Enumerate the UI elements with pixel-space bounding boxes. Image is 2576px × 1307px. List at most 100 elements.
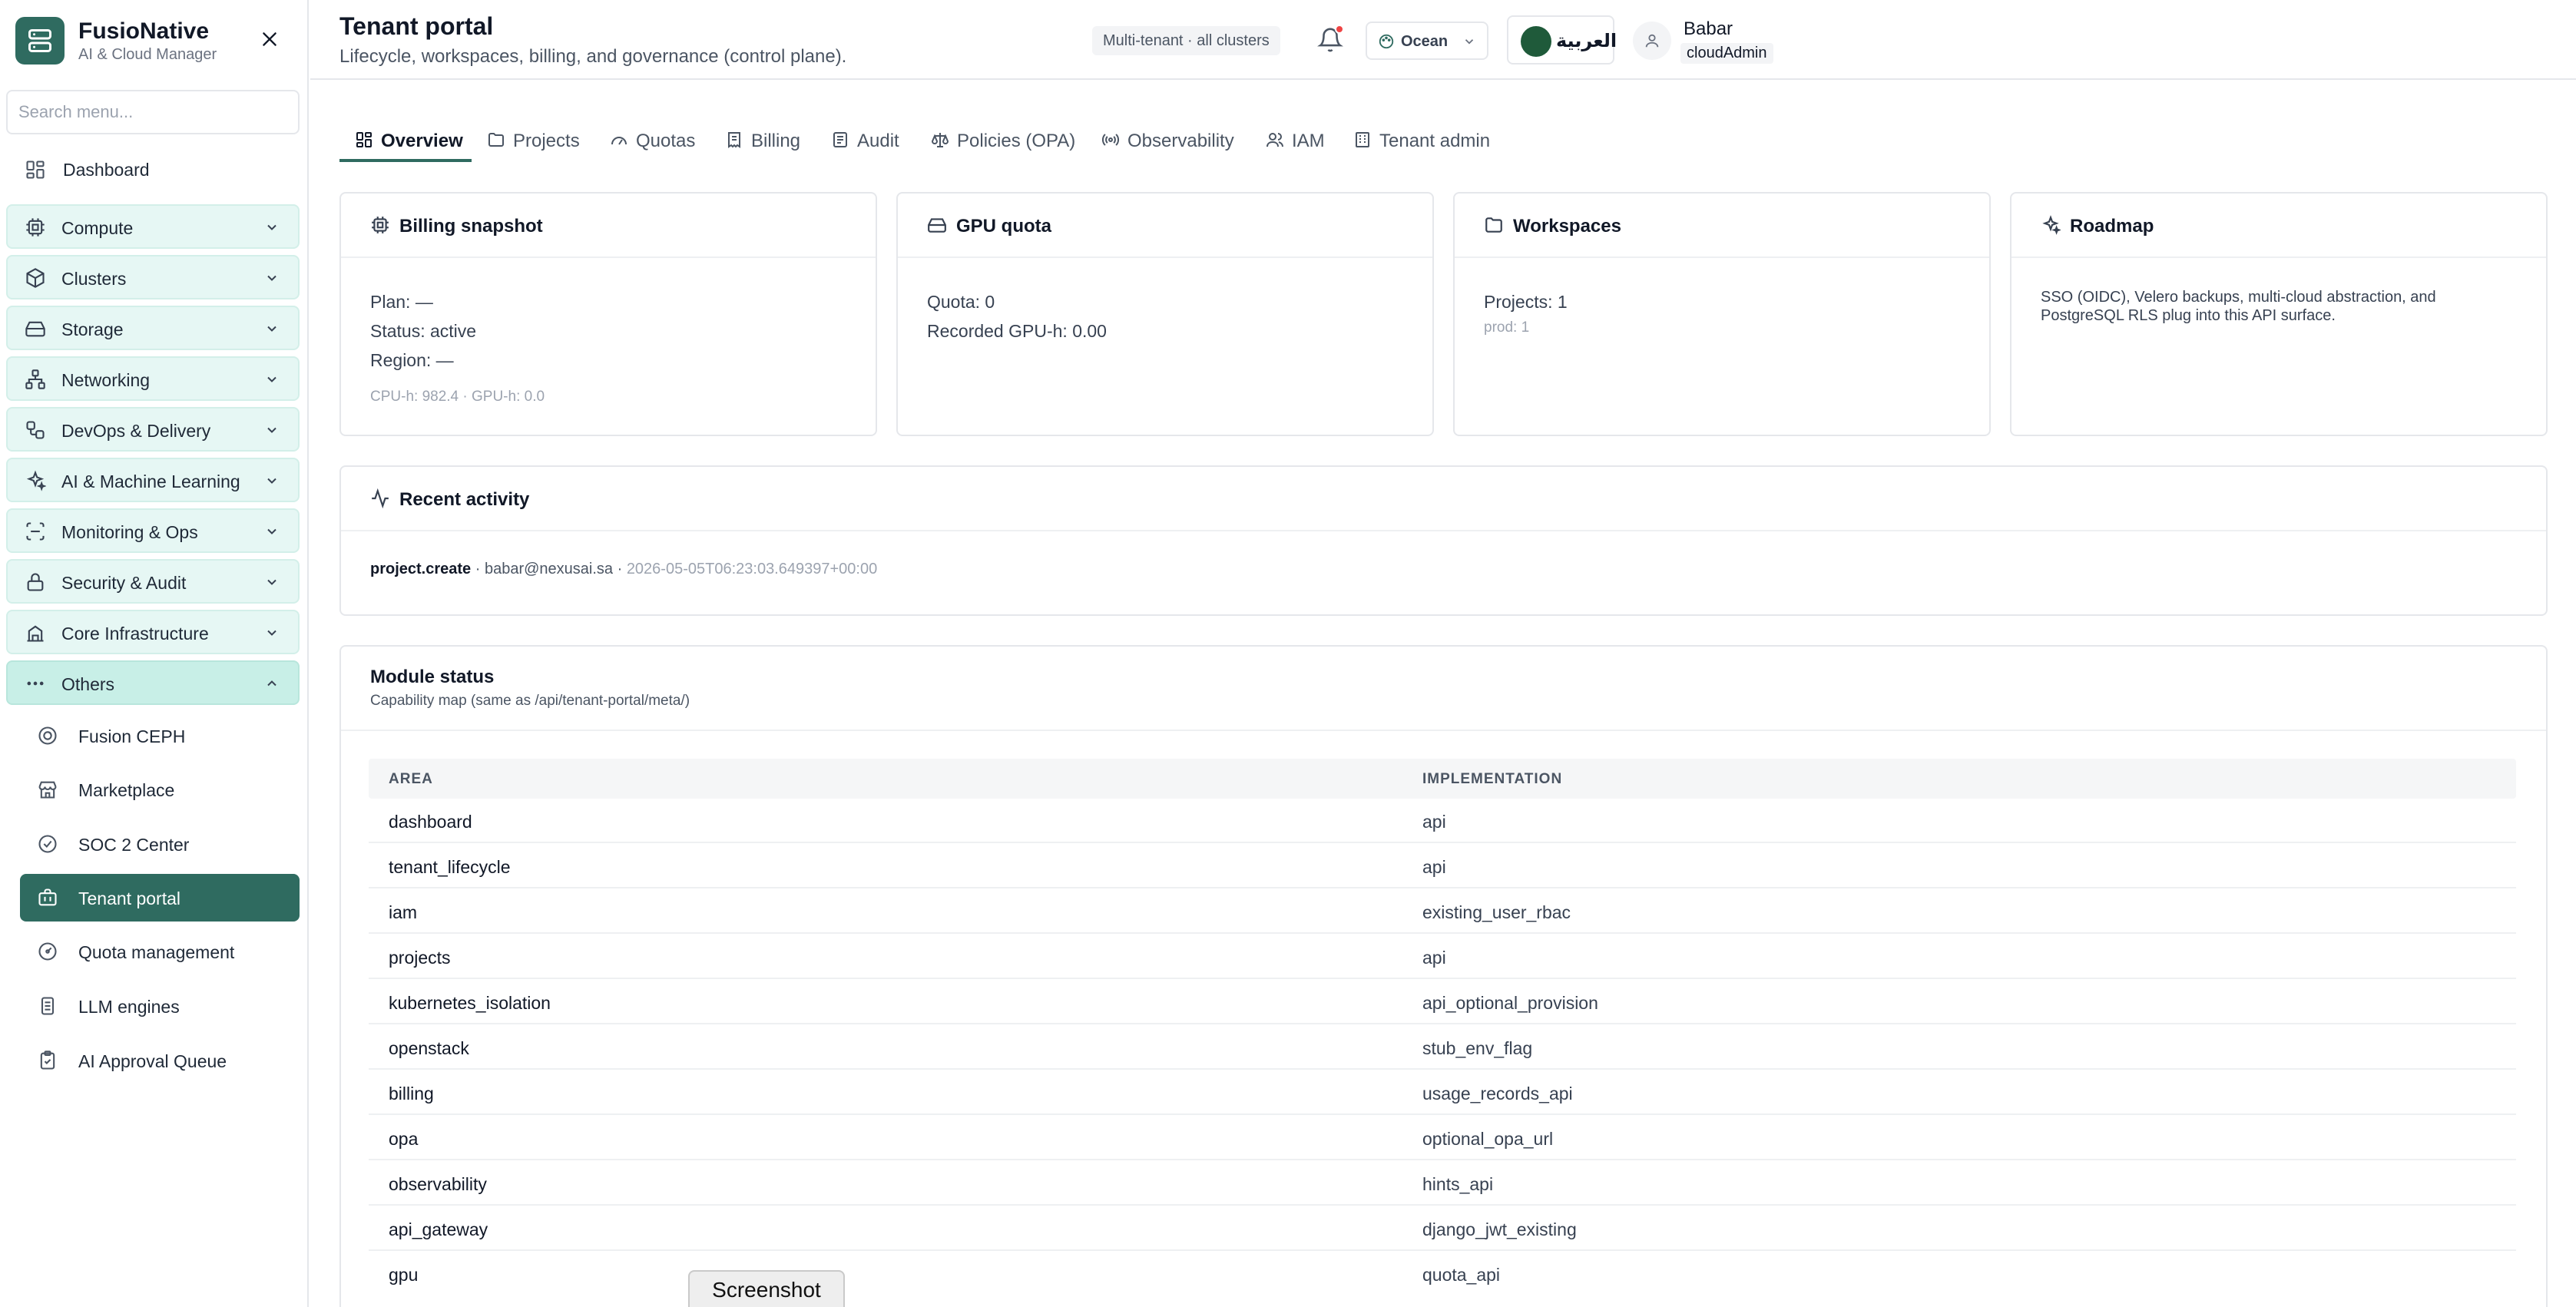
brand-name: FusioNative <box>78 18 210 44</box>
cube-icon <box>25 267 46 289</box>
sidebar: FusioNative AI & Cloud Manager Dashboard… <box>0 0 309 1307</box>
screenshot-button[interactable]: Screenshot <box>688 1270 845 1307</box>
receipt-icon <box>725 131 743 149</box>
sidebar-group-label: Monitoring & Ops <box>61 522 198 542</box>
module-table-header: AREA IMPLEMENTATION <box>369 759 2516 799</box>
tab-label: IAM <box>1292 131 1325 151</box>
active-tab-indicator <box>339 159 472 162</box>
sidebar-group-label: Networking <box>61 370 151 390</box>
sidebar-group-compute[interactable]: Compute <box>6 204 300 249</box>
sidebar-item-marketplace[interactable]: Marketplace <box>20 766 300 813</box>
check-circle-icon <box>37 833 58 855</box>
activity-icon <box>370 488 390 509</box>
table-row: kubernetes_isolation api_optional_provisi… <box>369 980 2516 1024</box>
sidebar-group-storage[interactable]: Storage <box>6 306 300 350</box>
billing-plan: Plan: — <box>370 292 433 312</box>
card-subtitle: Capability map (same as /api/tenant-port… <box>370 693 690 709</box>
workspaces-card: Workspaces Projects: 1 prod: 1 <box>1453 192 1991 436</box>
sparkles-icon <box>2041 215 2062 235</box>
table-row: dashboard api <box>369 799 2516 843</box>
tab-label: Projects <box>513 131 580 151</box>
sidebar-group-label: Others <box>61 674 115 694</box>
database-icon <box>37 995 58 1017</box>
sidebar-item-quota-management[interactable]: Quota management <box>20 928 300 975</box>
avatar <box>1633 22 1671 60</box>
sparkles-icon <box>25 470 47 491</box>
tab-tenant-admin[interactable]: Tenant admin <box>1353 123 1492 170</box>
ceph-icon <box>37 725 58 746</box>
notifications-button[interactable] <box>1315 25 1346 55</box>
sidebar-group-core-infra[interactable]: Core Infrastructure <box>6 610 300 654</box>
lock-icon <box>25 571 46 593</box>
user-menu[interactable]: Babar cloudAdmin <box>1633 18 1806 65</box>
sidebar-group-security[interactable]: Security & Audit <box>6 559 300 604</box>
sidebar-group-label: Core Infrastructure <box>61 624 209 644</box>
gauge-icon <box>37 941 58 962</box>
table-row: tenant_lifecycle api <box>369 844 2516 888</box>
cell-area: projects <box>389 948 451 968</box>
chevron-down-icon <box>264 473 280 488</box>
activity-timestamp: 2026-05-05T06:23:03.649397+00:00 <box>626 561 878 577</box>
cell-area: gpu <box>389 1265 419 1285</box>
sidebar-item-fusion-ceph[interactable]: Fusion CEPH <box>20 712 300 759</box>
cell-implementation: django_jwt_existing <box>1422 1219 1577 1239</box>
top-header: Tenant portal Lifecycle, workspaces, bil… <box>310 0 2576 80</box>
card-header: Roadmap <box>2011 194 2546 258</box>
sidebar-group-clusters[interactable]: Clusters <box>6 255 300 299</box>
sidebar-group-label: Security & Audit <box>61 573 187 593</box>
tab-overview[interactable]: Overview <box>355 123 463 170</box>
saudi-flag-icon <box>1521 26 1551 57</box>
cpu-icon <box>370 215 390 235</box>
card-title: Workspaces <box>1513 216 1621 237</box>
table-row: openstack stub_env_flag <box>369 1025 2516 1070</box>
brand-subtitle: AI & Cloud Manager <box>78 46 217 63</box>
chevron-down-icon <box>264 321 280 336</box>
sidebar-item-label: SOC 2 Center <box>78 835 190 855</box>
chevron-down-icon <box>264 372 280 387</box>
tab-iam[interactable]: IAM <box>1266 123 1327 170</box>
sidebar-item-dashboard[interactable]: Dashboard <box>6 150 300 190</box>
tab-audit[interactable]: Audit <box>831 123 908 170</box>
column-header-implementation: IMPLEMENTATION <box>1422 771 1563 787</box>
sidebar-item-tenant-portal[interactable]: Tenant portal <box>20 874 300 922</box>
sidebar-search-input[interactable] <box>6 90 300 134</box>
tab-quotas[interactable]: Quotas <box>610 123 702 170</box>
sidebar-item-ai-approval-queue[interactable]: AI Approval Queue <box>20 1037 300 1084</box>
tab-policies[interactable]: Policies (OPA) <box>931 123 1077 170</box>
sidebar-group-networking[interactable]: Networking <box>6 356 300 401</box>
column-header-area: AREA <box>389 771 433 787</box>
theme-label: Ocean <box>1401 33 1449 50</box>
card-header: GPU quota <box>898 194 1432 258</box>
theme-select[interactable]: Ocean <box>1366 22 1488 60</box>
chevron-down-icon <box>264 574 280 590</box>
sidebar-group-monitoring[interactable]: Monitoring & Ops <box>6 508 300 553</box>
cell-area: opa <box>389 1129 419 1149</box>
user-name: Babar <box>1684 18 1733 39</box>
table-row: projects api <box>369 935 2516 979</box>
tab-projects[interactable]: Projects <box>487 123 587 170</box>
sidebar-group-ai-ml[interactable]: AI & Machine Learning <box>6 458 300 502</box>
sidebar-group-devops[interactable]: DevOps & Delivery <box>6 407 300 452</box>
chevron-down-icon <box>264 270 280 286</box>
language-switch-button[interactable]: العربية <box>1507 15 1617 65</box>
sidebar-group-others[interactable]: Others <box>6 660 300 705</box>
layout-grid-icon <box>355 131 373 149</box>
tab-label: Policies (OPA) <box>957 131 1076 151</box>
sidebar-item-label: AI Approval Queue <box>78 1051 227 1071</box>
card-title: Billing snapshot <box>399 216 543 237</box>
tab-observability[interactable]: Observability <box>1101 123 1240 170</box>
hard-drive-icon <box>25 318 46 339</box>
chevron-down-icon <box>1462 35 1476 52</box>
gpu-quota-card: GPU quota Quota: 0 Recorded GPU-h: 0.00 <box>896 192 1434 436</box>
cell-implementation: existing_user_rbac <box>1422 902 1571 922</box>
tab-billing[interactable]: Billing <box>725 123 810 170</box>
close-sidebar-icon[interactable] <box>257 26 283 52</box>
chevron-up-icon <box>264 676 280 691</box>
app-logo-icon <box>15 17 65 65</box>
billing-status: Status: active <box>370 321 477 341</box>
building-icon <box>1353 131 1372 149</box>
sidebar-item-llm-engines[interactable]: LLM engines <box>20 982 300 1030</box>
card-header: Recent activity <box>341 467 2546 531</box>
store-icon <box>37 779 58 800</box>
sidebar-item-soc2[interactable]: SOC 2 Center <box>20 820 300 868</box>
